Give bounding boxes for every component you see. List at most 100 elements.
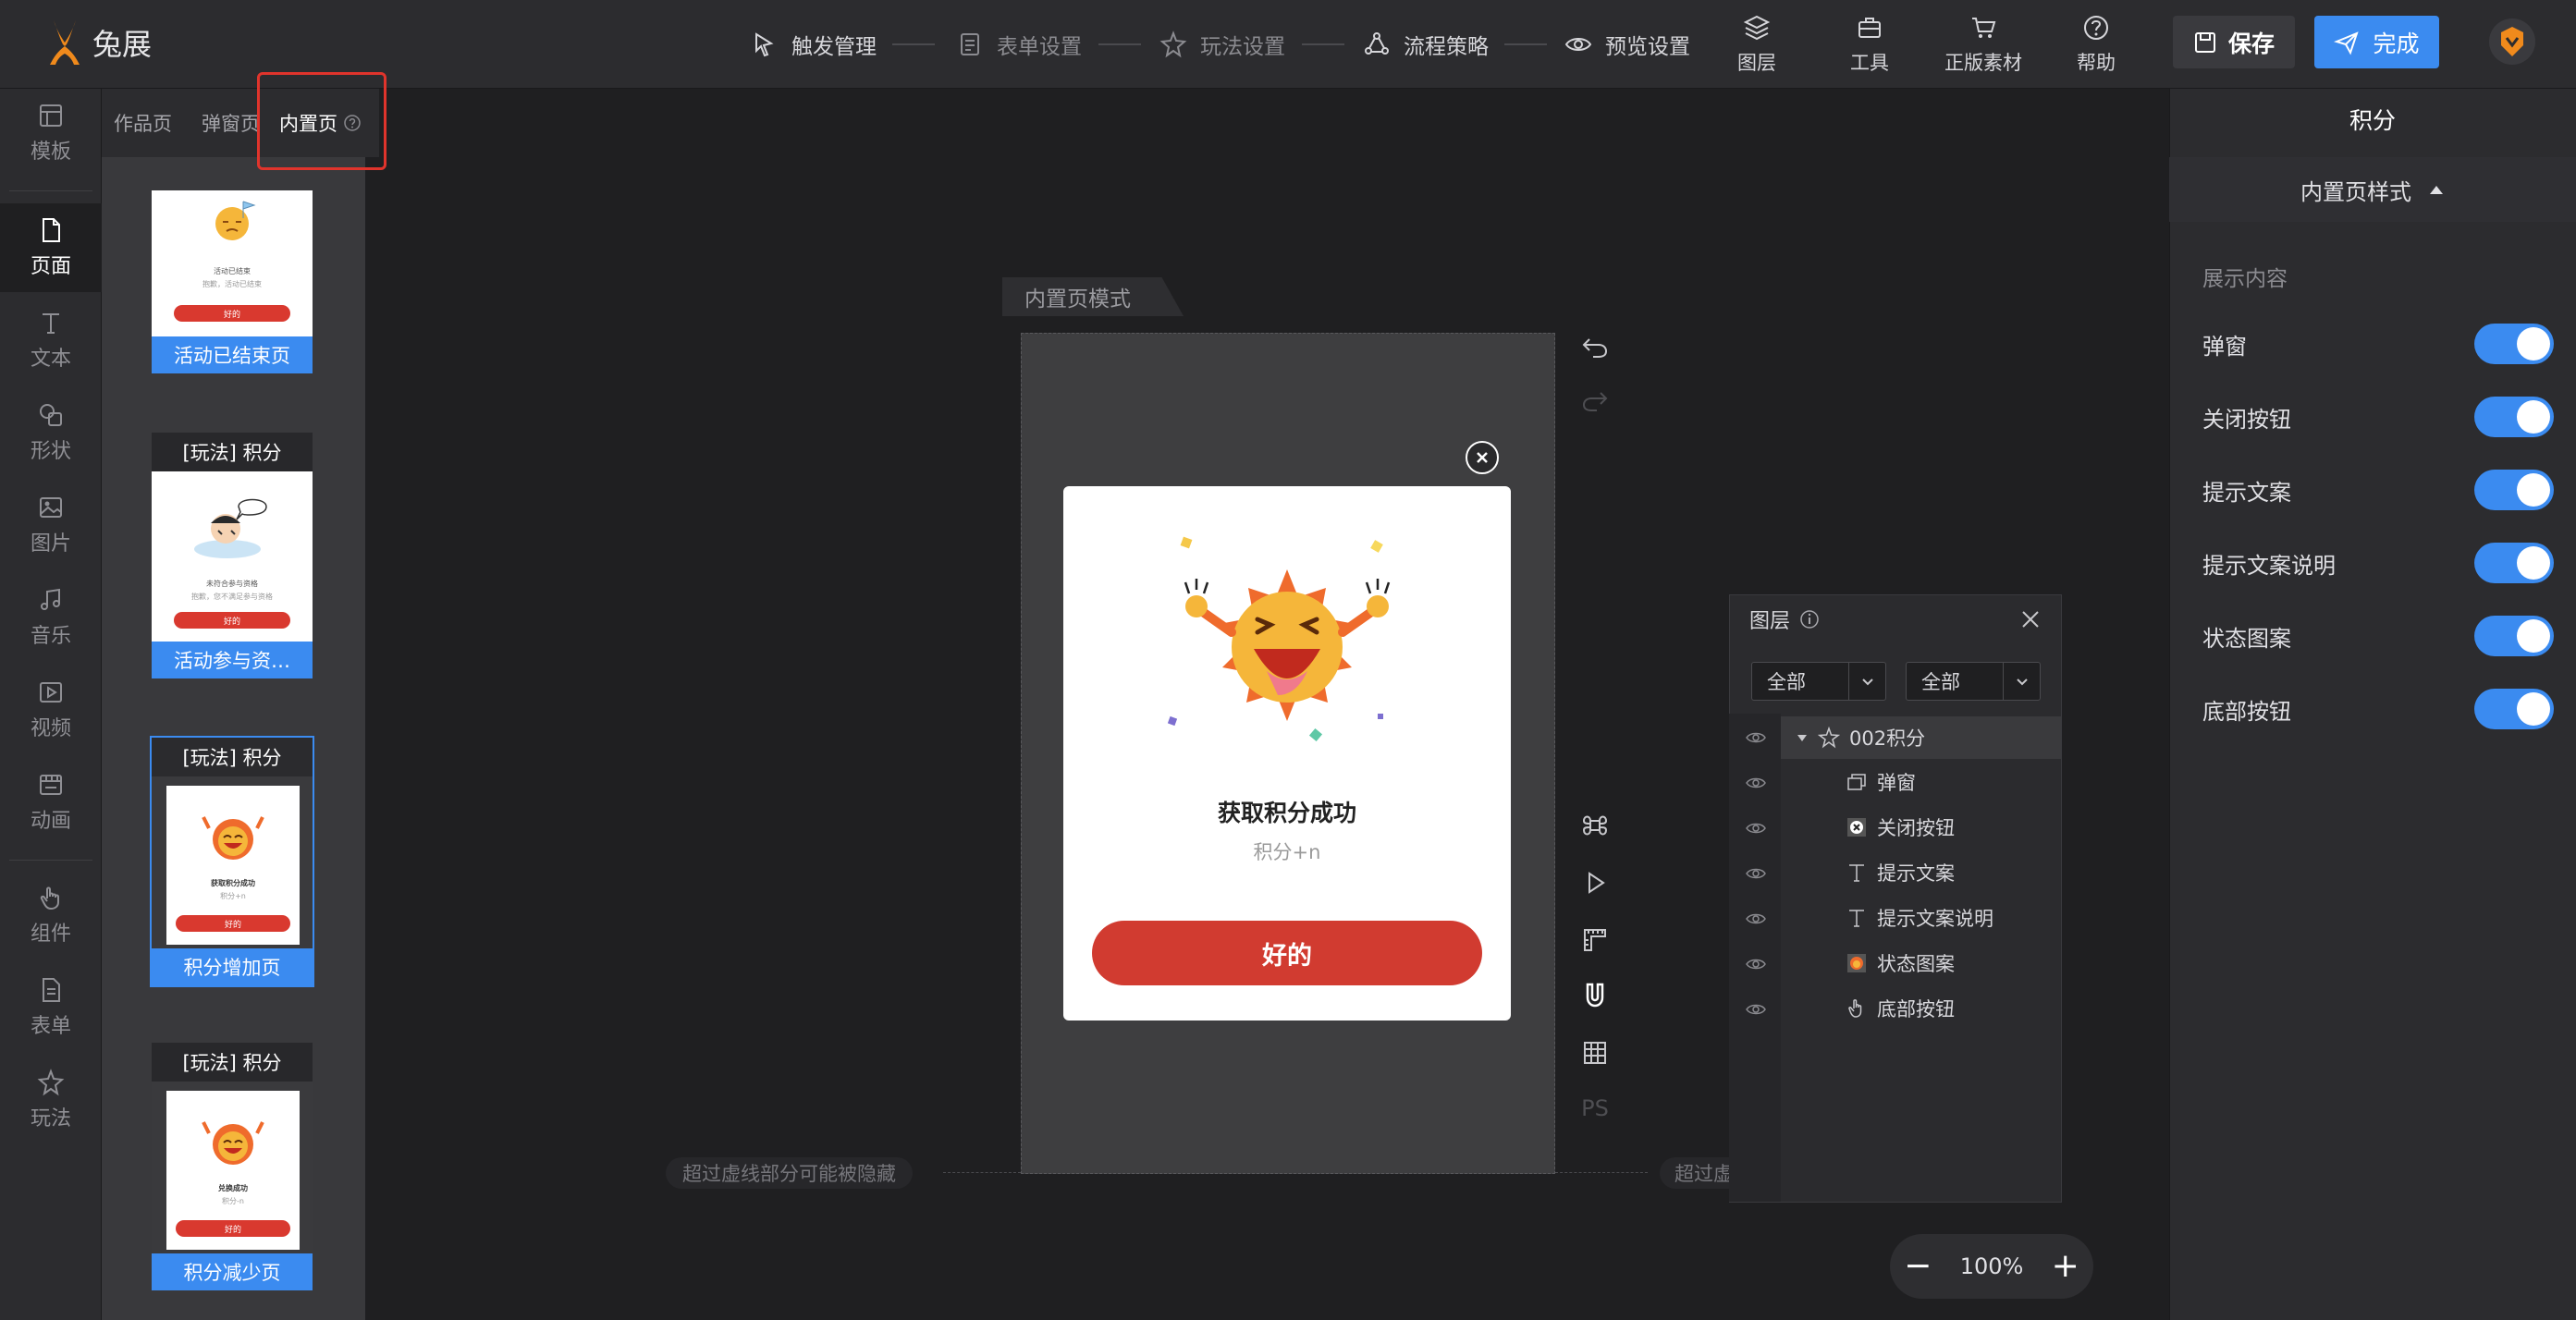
nav-component[interactable]: 组件 — [0, 871, 102, 959]
nav-shape[interactable]: 形状 — [0, 388, 102, 477]
zoom-in-button[interactable]: + — [2052, 1250, 2079, 1283]
step-trigger[interactable]: 触发管理 — [751, 26, 877, 63]
play-icon — [1589, 872, 1605, 894]
mini-subtitle: 抱歉，您不满足参与资格 — [191, 593, 273, 601]
visibility-toggle[interactable] — [1742, 814, 1770, 842]
layer-row-group[interactable]: 002积分 — [1781, 716, 2061, 759]
nav-music[interactable]: 音乐 — [0, 573, 102, 662]
toggle-row: 关闭按钮 — [2202, 395, 2554, 439]
undo-icon — [1582, 338, 1608, 358]
tab-popup-page[interactable]: 弹窗页 — [202, 109, 260, 137]
tip-desc-toggle[interactable] — [2474, 543, 2554, 583]
section-header[interactable]: 内置页样式 — [2169, 157, 2576, 222]
visibility-toggle[interactable] — [1742, 769, 1770, 797]
highlight-box — [257, 72, 386, 170]
layer-row[interactable]: 提示文案说明 — [1781, 897, 2061, 939]
nav-form[interactable]: 表单 — [0, 963, 102, 1052]
visibility-toggle[interactable] — [1742, 996, 1770, 1023]
layer-row[interactable]: 提示文案 — [1781, 851, 2061, 894]
step-form[interactable]: 表单设置 — [956, 26, 1082, 63]
help-icon — [2084, 16, 2108, 40]
visibility-toggle[interactable] — [1742, 950, 1770, 978]
nav-template[interactable]: 模板 — [0, 89, 102, 177]
save-button[interactable]: 保存 — [2173, 16, 2295, 68]
ps-button[interactable]: PS — [1576, 1089, 1614, 1128]
ruler-button[interactable] — [1576, 921, 1614, 959]
layer-row[interactable]: 状态图案 — [1781, 942, 2061, 984]
page-label[interactable]: 活动已结束页 — [152, 336, 313, 373]
magnet-button[interactable] — [1576, 976, 1614, 1015]
page-label[interactable]: 积分减少页 — [152, 1253, 313, 1290]
layer-row[interactable]: 关闭按钮 — [1781, 806, 2061, 849]
layer-panel-close-button[interactable] — [2014, 603, 2047, 636]
step-gameplay[interactable]: 玩法设置 — [1159, 26, 1285, 63]
mini-title: 兑换成功 — [218, 1184, 248, 1192]
toggle-label: 关闭按钮 — [2202, 406, 2291, 433]
page-label[interactable]: 活动参与资… — [152, 642, 313, 678]
mini-title: 获取积分成功 — [211, 879, 255, 887]
visibility-toggle[interactable] — [1742, 724, 1770, 752]
tool-toolbox[interactable]: 工具 — [1828, 13, 1911, 78]
layer-label: 状态图案 — [1877, 953, 1955, 975]
modal-title: 获取积分成功 — [1217, 800, 1356, 826]
tool-assets[interactable]: 正版素材 — [1942, 13, 2025, 78]
undo-button[interactable] — [1576, 327, 1614, 366]
zoom-out-button[interactable]: − — [1904, 1250, 1932, 1283]
status-image-toggle[interactable] — [2474, 616, 2554, 656]
logo[interactable]: 兔展 — [44, 15, 152, 70]
avatar[interactable] — [2489, 18, 2535, 65]
page-thumbnail[interactable]: 获取积分成功 积分+n 好的 — [166, 786, 300, 945]
nav-page[interactable]: 页面 — [0, 203, 102, 292]
image-icon — [40, 497, 62, 518]
modal-close-button[interactable] — [1466, 441, 1499, 474]
info-icon[interactable] — [1799, 609, 1820, 629]
visibility-toggle[interactable] — [1742, 860, 1770, 887]
nav-animation[interactable]: 动画 — [0, 758, 102, 847]
close-icon — [1477, 452, 1488, 463]
bottom-button-toggle[interactable] — [2474, 689, 2554, 729]
mini-button: 好的 — [174, 612, 290, 629]
close-icon — [2022, 611, 2039, 628]
nav-gameplay[interactable]: 玩法 — [0, 1056, 102, 1144]
tool-label: 图层 — [1737, 52, 1776, 74]
shortcut-button[interactable] — [1576, 806, 1614, 845]
layer-row[interactable]: 弹窗 — [1781, 761, 2061, 803]
nav-video[interactable]: 视频 — [0, 666, 102, 754]
grid-button[interactable] — [1576, 1033, 1614, 1072]
done-button[interactable]: 完成 — [2314, 16, 2439, 68]
step-preview[interactable]: 预览设置 — [1564, 26, 1690, 63]
toggle-row: 状态图案 — [2202, 614, 2554, 658]
play-button[interactable] — [1576, 863, 1614, 902]
toggle-row: 弹窗 — [2202, 322, 2554, 366]
modal-ok-button[interactable]: 好的 — [1092, 921, 1482, 985]
step-flow[interactable]: 流程策略 — [1363, 26, 1489, 63]
mini-subtitle: 积分-n — [222, 1197, 244, 1205]
layer-row[interactable]: 底部按钮 — [1781, 987, 2061, 1030]
page-thumbnail[interactable]: 未符合参与资格 抱歉，您不满足参与资格 好的 — [152, 471, 313, 643]
layer-filter-select[interactable]: 全部 — [1751, 662, 1886, 701]
nav-image[interactable]: 图片 — [0, 481, 102, 569]
show-content-label: 展示内容 — [2202, 267, 2288, 291]
page-icon — [43, 218, 60, 242]
tool-layers[interactable]: 图层 — [1715, 13, 1798, 78]
close-button-toggle[interactable] — [2474, 397, 2554, 437]
cart-icon — [1972, 18, 1996, 38]
page-label[interactable]: 积分增加页 — [152, 948, 313, 985]
page-thumbnail[interactable]: 兑换成功 积分-n 好的 — [166, 1091, 300, 1250]
select-value: 全部 — [1921, 671, 1960, 693]
nav-label: 页面 — [30, 255, 71, 278]
tool-help[interactable]: 帮助 — [2055, 13, 2138, 78]
visibility-toggle[interactable] — [1742, 905, 1770, 933]
tab-work-page[interactable]: 作品页 — [114, 109, 172, 137]
layer-panel-header: 图层 — [1729, 594, 2062, 644]
redo-button[interactable] — [1576, 381, 1614, 420]
layer-filter-select[interactable]: 全部 — [1906, 662, 2041, 701]
popup-toggle[interactable] — [2474, 324, 2554, 364]
tip-text-toggle[interactable] — [2474, 470, 2554, 510]
layer-label: 002积分 — [1849, 727, 1926, 750]
caret-down-icon[interactable] — [1796, 731, 1809, 744]
page-thumbnail[interactable]: 活动已结束 抱歉，活动已结束 好的 — [152, 190, 313, 338]
layer-label: 底部按钮 — [1877, 998, 1955, 1021]
nav-text[interactable]: 文本 — [0, 296, 102, 385]
layer-panel-title: 图层 — [1749, 610, 1791, 633]
